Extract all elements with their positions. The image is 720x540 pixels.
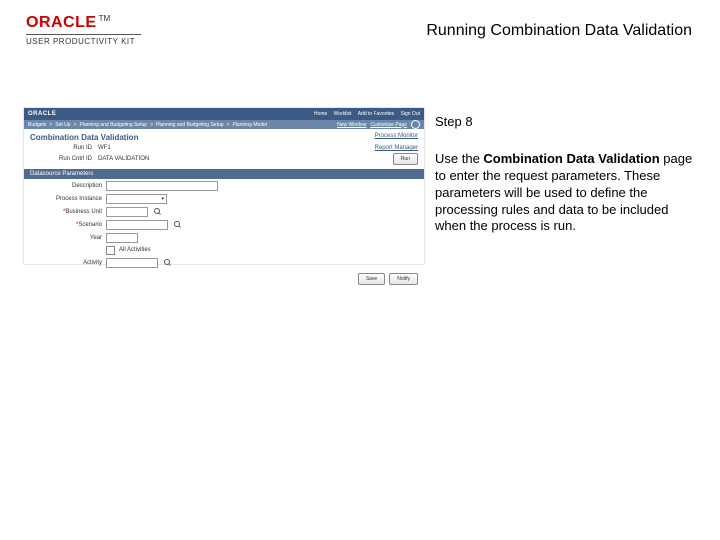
runctrl-row: Run Cntrl ID DATA VALIDATION Run — [24, 152, 424, 166]
process-monitor-link[interactable]: Process Monitor — [375, 133, 418, 142]
business-unit-input[interactable] — [106, 207, 148, 217]
params-header: Datasource Parameters — [24, 169, 424, 179]
top-link-worklist[interactable]: Worklist — [334, 111, 352, 117]
runctrl-label: Run Cntrl ID — [30, 156, 92, 162]
param-label-all-activities: All Activities — [119, 247, 151, 253]
param-row-scenario: *Scenario — [24, 218, 424, 231]
app-topbar: ORACLE Home Worklist Add to Favorites Si… — [24, 108, 424, 120]
all-activities-checkbox[interactable] — [106, 246, 115, 255]
newwindow-link[interactable]: New Window — [337, 122, 366, 128]
oracle-logo-text: ORACLE — [26, 14, 97, 31]
instruction-bold: Combination Data Validation — [483, 151, 659, 166]
param-row-all-activities: All Activities — [24, 244, 424, 256]
customizepage-link[interactable]: Customize Page — [370, 122, 407, 128]
param-label-description: Description — [30, 183, 102, 189]
chevron-down-icon: ▾ — [161, 196, 164, 202]
process-instance-dropdown[interactable]: ▾ — [106, 194, 167, 204]
instruction-body: Use the Combination Data Validation page… — [435, 151, 693, 235]
crumb-4[interactable]: Planning Model — [232, 122, 266, 128]
save-button[interactable]: Save — [358, 273, 385, 285]
runid-row: Run ID WF1 Report Manager — [24, 144, 424, 152]
page-title-row: Combination Data Validation Process Moni… — [24, 129, 424, 144]
param-row-activity: Activity — [24, 256, 424, 269]
lookup-icon[interactable] — [174, 221, 182, 229]
param-row-description: Description — [24, 179, 424, 192]
runid-value: WF1 — [98, 145, 111, 151]
lookup-icon[interactable] — [154, 208, 162, 216]
help-icon[interactable] — [411, 120, 420, 129]
description-input[interactable] — [106, 181, 218, 191]
breadcrumb-bar: Budgets> Set Up> Planning and Budgeting … — [24, 120, 424, 129]
instruction-prefix: Use the — [435, 151, 483, 166]
report-manager-link[interactable]: Report Manager — [375, 145, 418, 151]
step-label: Step 8 — [435, 114, 693, 131]
crumb-0[interactable]: Budgets — [28, 122, 46, 128]
top-link-signout[interactable]: Sign Out — [401, 111, 420, 117]
param-row-process-instance: Process Instance ▾ — [24, 192, 424, 205]
brand-divider — [26, 34, 141, 35]
footer-buttons: Save Notify — [24, 269, 424, 289]
run-button[interactable]: Run — [393, 153, 418, 165]
app-brand: ORACLE — [28, 111, 56, 117]
param-row-year: Year — [24, 231, 424, 244]
notify-button[interactable]: Notify — [389, 273, 418, 285]
trademark-text: TM — [99, 14, 111, 23]
top-link-home[interactable]: Home — [314, 111, 327, 117]
runid-label: Run ID — [30, 145, 92, 151]
param-label-business-unit: *Business Unit — [30, 209, 102, 215]
crumb-1[interactable]: Set Up — [55, 122, 70, 128]
app-screenshot: ORACLE Home Worklist Add to Favorites Si… — [24, 108, 424, 264]
param-label-scenario: *Scenario — [30, 222, 102, 228]
top-links: Home Worklist Add to Favorites Sign Out — [309, 111, 420, 117]
page-title-text: Combination Data Validation — [30, 133, 138, 142]
crumb-right-tools: New Window Customize Page — [337, 120, 420, 129]
instruction-panel: Step 8 Use the Combination Data Validati… — [435, 114, 693, 235]
param-label-process-instance: Process Instance — [30, 196, 102, 202]
year-input[interactable] — [106, 233, 138, 243]
param-label-year: Year — [30, 235, 102, 241]
param-label-activity: Activity — [30, 260, 102, 266]
scenario-input[interactable] — [106, 220, 168, 230]
activity-input[interactable] — [106, 258, 158, 268]
param-row-business-unit: *Business Unit — [24, 205, 424, 218]
crumb-2[interactable]: Planning and Budgeting Setup — [80, 122, 148, 128]
lookup-icon[interactable] — [164, 259, 172, 267]
brand-block: ORACLETM USER PRODUCTIVITY KIT — [26, 14, 141, 46]
upk-subtitle: USER PRODUCTIVITY KIT — [26, 37, 141, 46]
slide-title: Running Combination Data Validation — [426, 22, 692, 40]
top-link-favorites[interactable]: Add to Favorites — [358, 111, 394, 117]
crumb-3[interactable]: Planning and Budgeting Setup — [156, 122, 224, 128]
runctrl-value: DATA VALIDATION — [98, 156, 149, 162]
